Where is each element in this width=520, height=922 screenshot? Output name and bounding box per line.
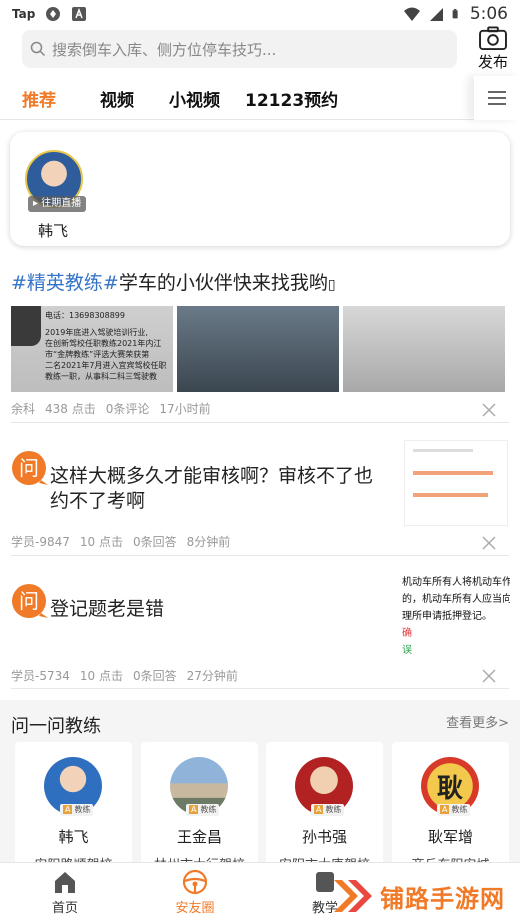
watermark-text: 铺路手游网 xyxy=(380,884,505,913)
coach-card[interactable]: 耿 A教练 耿军增 商丘东阳安城 xyxy=(392,742,509,882)
question-icon: 问 xyxy=(12,584,48,618)
status-time: 5:06 xyxy=(469,4,508,24)
live-host-name: 韩飞 xyxy=(38,222,69,240)
thumb-bar xyxy=(413,493,488,497)
menu-icon xyxy=(488,91,506,105)
notification-a-icon xyxy=(72,7,87,21)
divider xyxy=(11,555,509,556)
tab-12123-booking[interactable]: 12123预约 xyxy=(245,86,338,111)
steering-wheel-icon xyxy=(182,869,208,895)
coach-card[interactable]: A教练 韩飞 安阳路顺驾校 xyxy=(15,742,132,882)
ask-coach-title: 问一问教练 xyxy=(11,716,101,737)
question-thumbnail[interactable] xyxy=(404,440,508,526)
tab-video[interactable]: 视频 xyxy=(100,86,134,111)
question-meta: 学员-5734 10 点击 0条回答 27分钟前 xyxy=(11,669,238,683)
article-image-group-photo[interactable] xyxy=(177,306,339,392)
live-replay-badge: ▸ 往期直播 xyxy=(28,196,87,212)
tab-recommend[interactable]: 推荐 xyxy=(22,86,56,111)
tab-short-video[interactable]: 小视频 xyxy=(169,86,220,111)
wifi-icon xyxy=(403,7,420,21)
tab-menu-button[interactable] xyxy=(474,76,520,120)
question-icon: 问 xyxy=(12,451,48,485)
divider xyxy=(11,688,509,689)
view-more-link[interactable]: 查看更多> xyxy=(446,712,509,731)
watermark-logo-icon xyxy=(334,880,372,912)
status-bar: Tap 5:06 xyxy=(0,0,520,28)
coach-badge: A 教练 xyxy=(437,804,471,816)
search-input[interactable]: 搜索倒车入库、侧方位停车技巧... xyxy=(22,30,457,68)
coach-name: 韩飞 xyxy=(58,828,89,846)
coach-name: 孙书强 xyxy=(301,828,347,846)
close-icon[interactable] xyxy=(481,535,497,551)
settings-icon xyxy=(46,7,61,21)
article-meta: 余科 438 点击 0条评论 17小时前 xyxy=(11,402,211,416)
search-placeholder: 搜索倒车入库、侧方位停车技巧... xyxy=(52,40,277,59)
close-icon[interactable] xyxy=(481,402,497,418)
search-row: 搜索倒车入库、侧方位停车技巧... 发布 xyxy=(0,26,520,72)
publish-button[interactable]: 发布 xyxy=(470,26,516,72)
question-thumbnail[interactable]: 机动车所有人将机动车作为 的，机动车所有人应当向 理所申请抵押登记。 确 误 xyxy=(402,574,510,662)
image-person-silhouette xyxy=(11,306,41,346)
article-title[interactable]: #精英教练#学车的小伙伴快来找我哟▯ xyxy=(11,268,336,295)
divider xyxy=(11,422,509,423)
question-text[interactable]: 登记题老是错 xyxy=(50,597,380,622)
signal-icon xyxy=(429,8,443,21)
coach-badge: A 教练 xyxy=(311,804,345,816)
avatar-char: 耿 xyxy=(436,773,463,804)
publish-label: 发布 xyxy=(477,53,508,71)
article-image-notice[interactable]: 电话：13698308899 2019年底进入驾驶培训行业, 在创新驾校任职教练… xyxy=(11,306,173,392)
battery-icon xyxy=(452,9,458,19)
watermark: 铺路手游网 xyxy=(330,870,520,922)
camera-icon xyxy=(479,26,507,51)
status-app-label: Tap xyxy=(12,7,36,21)
coach-card[interactable]: A教练 孙书强 安阳市大唐驾校 xyxy=(266,742,383,882)
article-tag[interactable]: #精英教练# xyxy=(11,272,119,294)
question-text[interactable]: 这样大概多久才能审核啊？审核不了也约不了考啊 xyxy=(50,464,390,514)
live-card[interactable]: ▸ 往期直播 韩飞 xyxy=(10,132,510,246)
article-images: 电话：13698308899 2019年底进入驾驶培训行业, 在创新驾校任职教练… xyxy=(11,306,509,392)
thumb-bar xyxy=(413,471,493,475)
nav-home[interactable]: 首页 xyxy=(25,869,105,916)
question-meta: 学员-9847 10 点击 0条回答 8分钟前 xyxy=(11,535,231,549)
image-notice-text: 电话：13698308899 2019年底进入驾驶培训行业, 在创新驾校任职教练… xyxy=(45,311,167,381)
home-icon xyxy=(55,872,75,893)
thumb-question-text: 机动车所有人将机动车作为 的，机动车所有人应当向 理所申请抵押登记。 确 误 xyxy=(402,577,510,656)
search-icon xyxy=(30,41,46,57)
coach-name: 王金昌 xyxy=(176,828,222,846)
svg-text:问: 问 xyxy=(19,456,39,480)
article-title-text: 学车的小伙伴快来找我哟 xyxy=(118,272,328,294)
thumb-bar xyxy=(413,449,473,452)
article-image-portrait[interactable] xyxy=(343,306,505,392)
close-icon[interactable] xyxy=(481,668,497,684)
coach-card[interactable]: A教练 王金昌 林州市大行驾校 xyxy=(141,742,258,882)
coach-badge: A 教练 xyxy=(186,804,220,816)
missing-glyph: ▯ xyxy=(327,277,336,293)
svg-text:问: 问 xyxy=(19,589,39,613)
nav-anyouquan[interactable]: 安友圈 xyxy=(155,869,235,916)
coach-name: 耿军增 xyxy=(427,828,473,846)
tab-bar: 推荐 视频 小视频 12123预约 xyxy=(0,76,520,120)
coach-badge: A 教练 xyxy=(60,804,94,816)
